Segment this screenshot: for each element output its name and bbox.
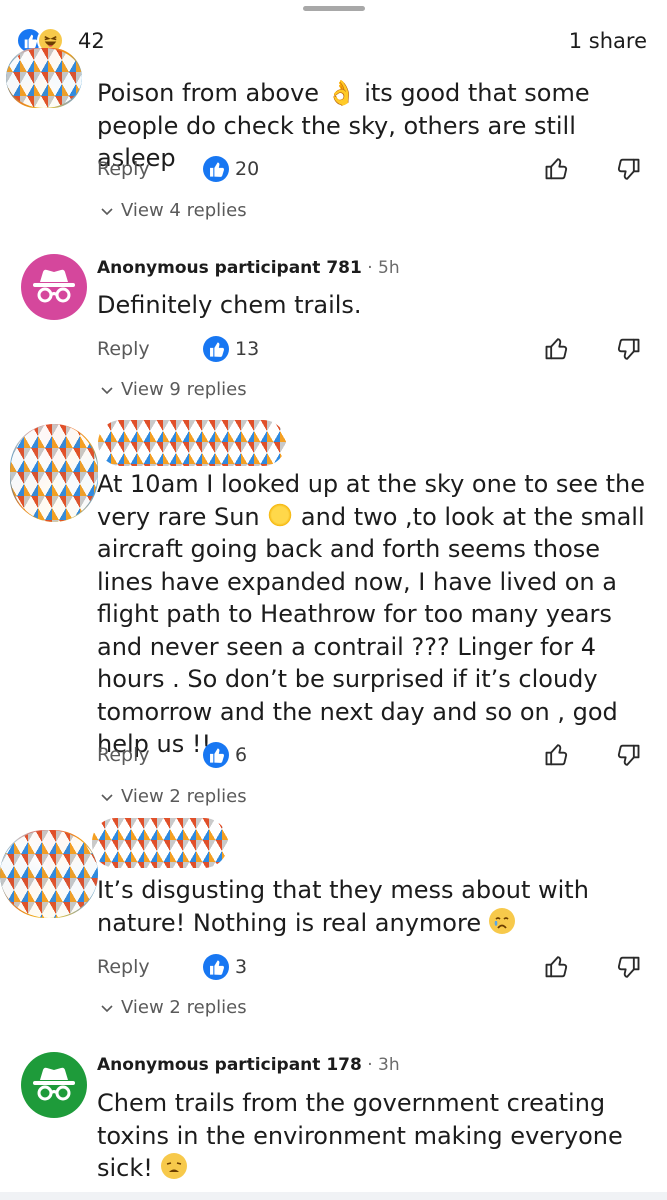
like-icon xyxy=(203,742,229,768)
comment-body-part2: and two ,to look at the small aircraft g… xyxy=(97,502,645,759)
avatar[interactable] xyxy=(21,254,87,320)
reply-button[interactable]: Reply xyxy=(97,741,150,769)
reaction-count: 42 xyxy=(78,29,105,53)
like-icon xyxy=(203,336,229,362)
comment-text: At 10am I looked up at the sky one to se… xyxy=(97,468,652,761)
avatar[interactable] xyxy=(10,424,98,522)
reply-button[interactable]: Reply xyxy=(97,335,150,363)
avatar-image xyxy=(0,830,98,918)
like-count: 6 xyxy=(235,744,248,766)
avatar[interactable] xyxy=(21,1052,87,1118)
like-count: 13 xyxy=(235,338,260,360)
thumb-down-icon[interactable] xyxy=(614,953,642,981)
author-name[interactable]: Anonymous participant 781 xyxy=(97,258,362,278)
avatar-image xyxy=(6,48,82,108)
sun-emoji-icon xyxy=(267,501,294,528)
share-count[interactable]: 1 share xyxy=(569,27,647,55)
like-count: 20 xyxy=(235,158,260,180)
comment-body: It’s disgusting that they mess about wit… xyxy=(97,876,589,937)
comment-body: Definitely chem trails. xyxy=(97,291,362,319)
weary-face-emoji-icon xyxy=(160,1153,187,1179)
comment-text: Definitely chem trails. xyxy=(97,289,652,322)
view-replies-label: View 2 replies xyxy=(121,786,247,807)
reply-button[interactable]: Reply xyxy=(97,953,150,981)
chevron-down-icon xyxy=(101,1005,113,1013)
thumb-up-icon[interactable] xyxy=(543,953,571,981)
comment-text: It’s disgusting that they mess about wit… xyxy=(97,874,652,939)
bottom-divider xyxy=(0,1192,667,1200)
thumb-down-icon[interactable] xyxy=(614,335,642,363)
chevron-down-icon xyxy=(101,208,113,216)
comment-time: · 5h xyxy=(367,258,400,278)
sheet-drag-handle[interactable] xyxy=(303,6,365,11)
author-name-redacted xyxy=(98,420,286,466)
author-name-redacted xyxy=(92,818,228,868)
thumb-up-icon[interactable] xyxy=(543,335,571,363)
comment-time: · 3h xyxy=(367,1055,400,1075)
thumb-down-icon[interactable] xyxy=(614,741,642,769)
thumb-up-icon[interactable] xyxy=(543,155,571,183)
avatar[interactable] xyxy=(0,830,98,918)
thumb-up-icon[interactable] xyxy=(543,741,571,769)
view-replies-link[interactable]: View 9 replies xyxy=(99,378,247,402)
view-replies-label: View 2 replies xyxy=(121,997,247,1018)
like-icon xyxy=(203,954,229,980)
author-line: Anonymous participant 178 · 3h xyxy=(97,1053,400,1077)
comment-actions: Reply 3 xyxy=(97,953,652,983)
avatar[interactable] xyxy=(6,48,82,108)
avatar-image xyxy=(10,424,98,522)
crying-face-emoji-icon xyxy=(488,907,515,934)
like-count: 3 xyxy=(235,956,248,978)
comment-actions: Reply 6 xyxy=(97,741,652,771)
chevron-down-icon xyxy=(101,387,113,395)
like-icon xyxy=(203,156,229,182)
thumb-down-icon[interactable] xyxy=(614,155,642,183)
view-replies-link[interactable]: View 2 replies xyxy=(99,996,247,1020)
comment-text: Chem trails from the government creating… xyxy=(97,1087,652,1185)
view-replies-label: View 9 replies xyxy=(121,379,247,400)
chevron-down-icon xyxy=(101,794,113,802)
reply-button[interactable]: Reply xyxy=(97,155,150,183)
view-replies-label: View 4 replies xyxy=(121,200,247,221)
author-name[interactable]: Anonymous participant 178 xyxy=(97,1055,362,1075)
view-replies-link[interactable]: View 2 replies xyxy=(99,785,247,809)
author-line: Anonymous participant 781 · 5h xyxy=(97,256,400,280)
anonymous-icon xyxy=(33,1067,75,1101)
comment-actions: Reply 13 xyxy=(97,335,652,365)
anonymous-icon xyxy=(33,269,75,303)
view-replies-link[interactable]: View 4 replies xyxy=(99,199,247,223)
reaction-summary[interactable]: 42 1 share xyxy=(16,26,647,56)
comments-sheet: 42 1 share Poison from above 👌 its good … xyxy=(0,0,667,1200)
comment-actions: Reply 20 xyxy=(97,155,652,185)
